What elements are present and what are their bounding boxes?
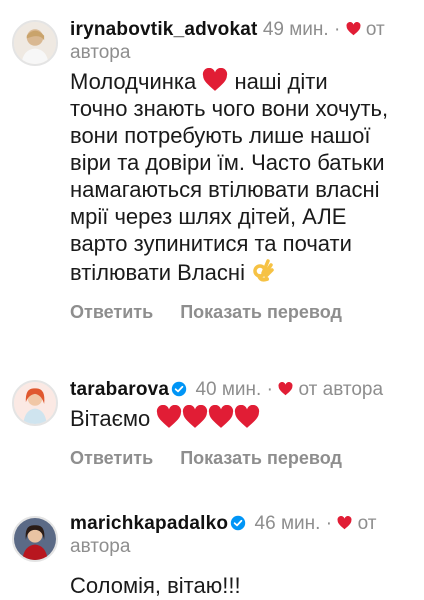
timestamp: 46 мин. <box>254 513 321 534</box>
by-author-label: от автора <box>298 379 384 400</box>
username[interactable]: irynabovtik_advokat <box>70 19 258 40</box>
heart-icon <box>346 22 361 36</box>
comment-text: Вітаємо <box>70 405 414 432</box>
avatar-tarabarova[interactable] <box>12 380 58 426</box>
red-heart-emoji-icon <box>235 405 260 428</box>
avatar-marichkapadalko[interactable] <box>12 516 58 562</box>
username[interactable]: tarabarova <box>70 379 169 400</box>
verified-badge-icon <box>171 381 187 397</box>
separator: · <box>333 19 341 40</box>
red-heart-emoji-icon <box>203 68 228 91</box>
red-heart-emoji-icon <box>157 405 182 428</box>
timestamp: 40 мин. <box>195 379 262 400</box>
comment-text: Молодчинка наші діти точно знають чого в… <box>70 68 389 285</box>
red-heart-emoji-icon <box>209 405 234 428</box>
red-heart-emoji-icon <box>183 405 208 428</box>
separator: · <box>325 513 333 534</box>
comment-text: Соломія, вітаю!!! <box>70 573 241 598</box>
heart-icon <box>337 516 352 530</box>
by-author-label: от <box>357 513 377 534</box>
separator: · <box>266 379 273 400</box>
verified-badge-icon <box>231 515 246 531</box>
username[interactable]: marichkapadalko <box>70 513 228 534</box>
by-author-label-cont: автора <box>70 536 131 557</box>
timestamp: 49 мин. <box>262 19 329 40</box>
comment-actions: Ответить Показать перевод <box>70 302 414 323</box>
show-translation-button[interactable]: Показать перевод <box>180 448 342 468</box>
comment-actions: Ответить Показать перевод <box>70 448 414 469</box>
reply-button[interactable]: Ответить <box>70 302 153 322</box>
reply-button[interactable]: Ответить <box>70 448 153 468</box>
ok-hand-emoji-icon <box>253 259 274 282</box>
heart-icon <box>278 382 293 396</box>
avatar-irynabovtik[interactable] <box>12 20 58 66</box>
show-translation-button[interactable]: Показать перевод <box>180 302 342 322</box>
